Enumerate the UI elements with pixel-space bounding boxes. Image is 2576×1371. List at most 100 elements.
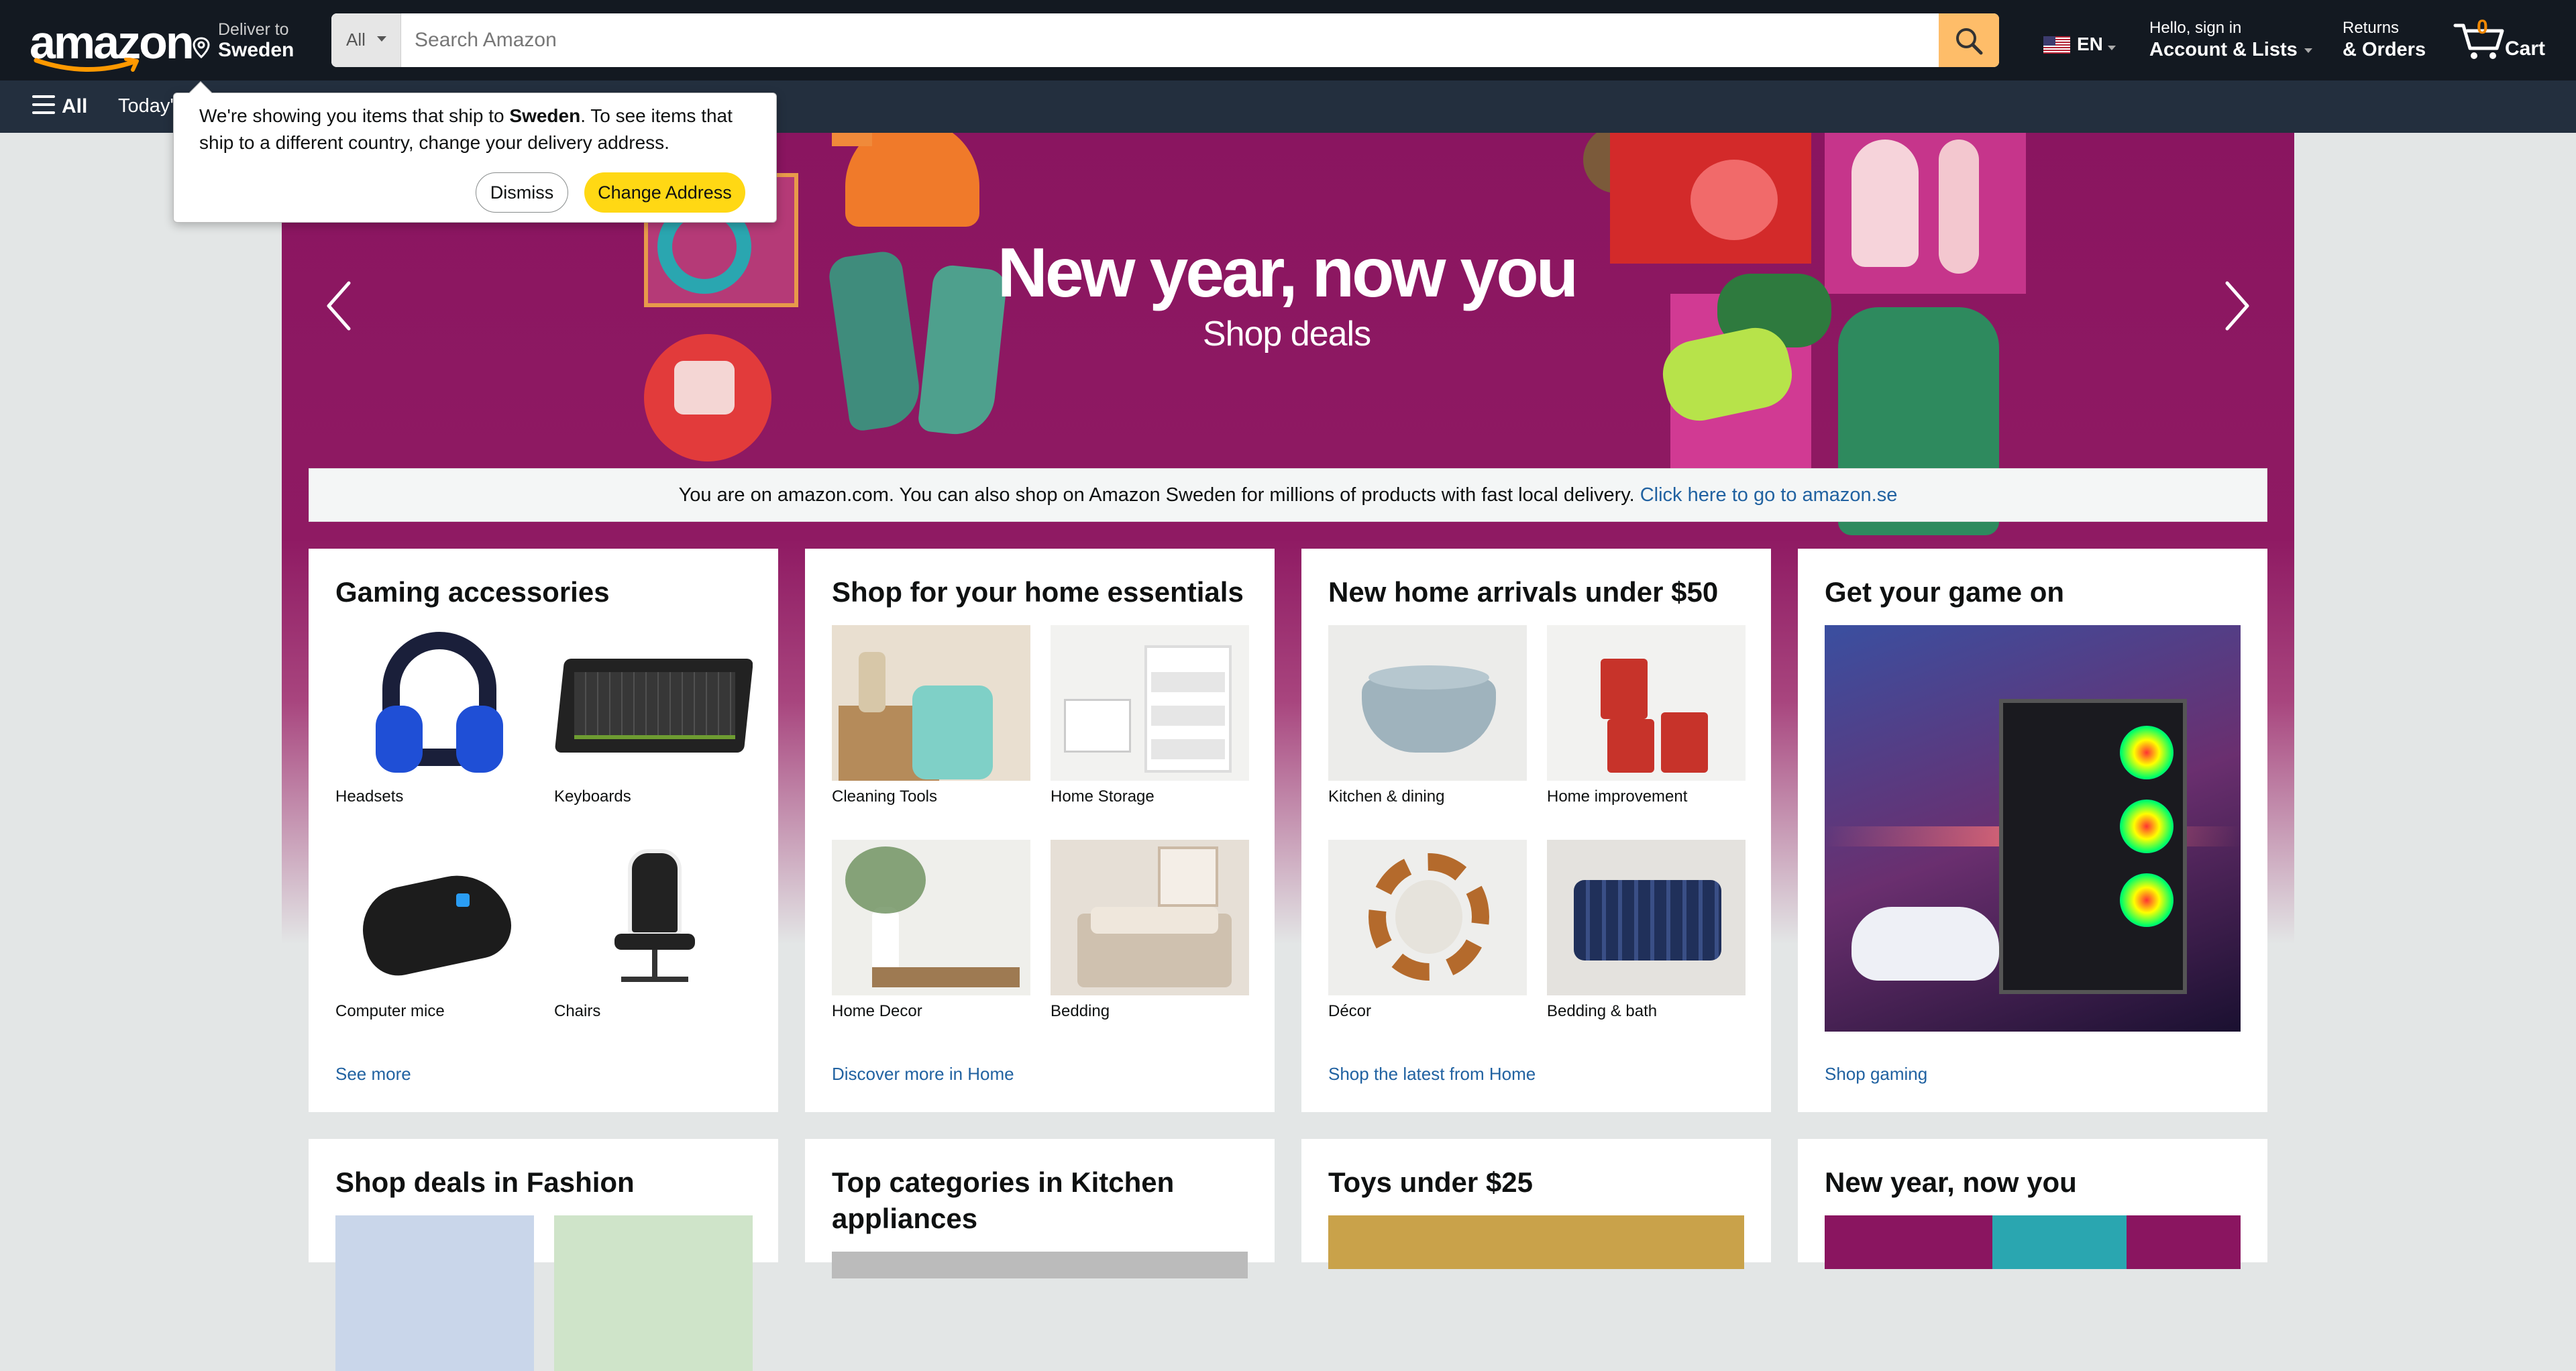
deliver-label: Deliver to bbox=[218, 20, 289, 39]
language-label: EN bbox=[2077, 34, 2103, 54]
hero-title: New year, now you bbox=[997, 234, 1579, 312]
chevron-right-icon bbox=[2225, 281, 2249, 331]
tile-fashion-1[interactable] bbox=[335, 1215, 534, 1371]
all-menu-label: All bbox=[62, 95, 88, 117]
cleaning-tools-image bbox=[832, 625, 1030, 781]
dismiss-button[interactable]: Dismiss bbox=[476, 172, 568, 213]
locale-notice-bar: You are on amazon.com. You can also shop… bbox=[309, 468, 2267, 522]
tile-home-decor[interactable]: Home Decor bbox=[832, 840, 1030, 1021]
search-button[interactable] bbox=[1939, 13, 1999, 67]
cart-count: 0 bbox=[2477, 16, 2488, 38]
search-bar: All bbox=[331, 13, 1999, 67]
tile-bedding-bath[interactable]: Bedding & bath bbox=[1547, 840, 1746, 1021]
ship-to-popover: We're showing you items that ship to Swe… bbox=[173, 81, 777, 223]
us-flag-icon bbox=[2043, 36, 2070, 54]
deliver-country: Sweden bbox=[218, 39, 294, 61]
fashion-jeans-image bbox=[335, 1215, 534, 1371]
tile-cleaning-tools[interactable]: Cleaning Tools bbox=[832, 625, 1030, 806]
orders-label: & Orders bbox=[2343, 39, 2426, 60]
fashion-shirt-image bbox=[554, 1215, 753, 1371]
carousel-prev-button[interactable] bbox=[318, 272, 358, 339]
card-kitchen-appliances: Top categories in Kitchen appliances bbox=[805, 1139, 1275, 1278]
tile-decor[interactable]: Décor bbox=[1328, 840, 1527, 1021]
tile-caption: Home Decor bbox=[832, 1002, 922, 1020]
tile-fashion-2[interactable] bbox=[554, 1215, 753, 1371]
tile-caption: Headsets bbox=[335, 787, 404, 806]
kitchen-appliances-image[interactable] bbox=[832, 1252, 1248, 1278]
cart-button[interactable]: 0 Cart bbox=[2453, 15, 2546, 66]
account-label: Account & Lists bbox=[2149, 39, 2298, 60]
toys-image[interactable] bbox=[1328, 1215, 1744, 1269]
kitchen-dining-image bbox=[1328, 625, 1527, 781]
account-greeting: Hello, sign in bbox=[2149, 19, 2242, 37]
smile-arrow-icon bbox=[34, 58, 139, 72]
tile-kitchen-dining[interactable]: Kitchen & dining bbox=[1328, 625, 1527, 806]
discover-more-home-link[interactable]: Discover more in Home bbox=[832, 1064, 1014, 1085]
shop-gaming-link[interactable]: Shop gaming bbox=[1825, 1064, 1927, 1085]
tile-home-improvement[interactable]: Home improvement bbox=[1547, 625, 1746, 806]
tile-home-storage[interactable]: Home Storage bbox=[1051, 625, 1249, 806]
card-title: New home arrivals under $50 bbox=[1328, 576, 1719, 608]
cart-label: Cart bbox=[2505, 38, 2546, 60]
tile-caption: Décor bbox=[1328, 1002, 1372, 1020]
caret-down-icon bbox=[377, 36, 386, 42]
card-new-year-now-you: New year, now you bbox=[1798, 1139, 2267, 1269]
tile-caption: Chairs bbox=[554, 1002, 601, 1020]
card-title: Gaming accessories bbox=[335, 576, 610, 608]
tile-chairs[interactable]: Chairs bbox=[554, 840, 753, 1021]
search-category-select[interactable]: All bbox=[331, 13, 401, 67]
tile-caption: Bedding bbox=[1051, 1002, 1110, 1020]
card-gaming-accessories: Gaming accessories Headsets Keyboards Co… bbox=[309, 549, 778, 1112]
tile-caption: Computer mice bbox=[335, 1002, 445, 1020]
new-year-image[interactable] bbox=[1825, 1215, 2241, 1269]
amazon-logo[interactable]: amazon bbox=[30, 19, 195, 72]
tile-bedding[interactable]: Bedding bbox=[1051, 840, 1249, 1021]
card-new-home-arrivals: New home arrivals under $50 Kitchen & di… bbox=[1301, 549, 1771, 1112]
card-home-essentials: Shop for your home essentials Cleaning T… bbox=[805, 549, 1275, 1112]
tile-caption: Cleaning Tools bbox=[832, 787, 937, 806]
tile-computer-mice[interactable]: Computer mice bbox=[335, 840, 534, 1021]
caret-down-icon bbox=[2108, 46, 2116, 50]
card-title: Top categories in Kitchen appliances bbox=[832, 1166, 1175, 1234]
caret-down-icon bbox=[2304, 48, 2312, 53]
hamburger-icon bbox=[32, 95, 55, 114]
headsets-image bbox=[335, 625, 534, 781]
tile-caption: Home improvement bbox=[1547, 787, 1688, 806]
card-title: Shop deals in Fashion bbox=[335, 1166, 635, 1198]
computer-mice-image bbox=[335, 840, 534, 995]
card-fashion-deals: Shop deals in Fashion bbox=[309, 1139, 778, 1371]
bedding-bath-image bbox=[1547, 840, 1746, 995]
tile-caption: Keyboards bbox=[554, 787, 631, 806]
card-get-your-game-on: Get your game on Shop gaming bbox=[1798, 549, 2267, 1112]
tile-caption: Kitchen & dining bbox=[1328, 787, 1445, 806]
tile-keyboards[interactable]: Keyboards bbox=[554, 625, 753, 806]
change-address-button[interactable]: Change Address bbox=[584, 172, 745, 213]
popover-message: We're showing you items that ship to Swe… bbox=[199, 105, 733, 153]
tile-caption: Bedding & bath bbox=[1547, 1002, 1658, 1020]
returns-label: Returns bbox=[2343, 19, 2400, 37]
card-title: Shop for your home essentials bbox=[832, 576, 1244, 608]
chairs-image bbox=[554, 840, 753, 995]
search-icon bbox=[1956, 28, 1983, 55]
locale-notice-text: You are on amazon.com. You can also shop… bbox=[678, 484, 1640, 506]
hero-subtitle: Shop deals bbox=[1202, 315, 1371, 353]
carousel-next-button[interactable] bbox=[2218, 272, 2258, 339]
account-lists[interactable]: Hello, sign in Account & Lists bbox=[2149, 19, 2312, 61]
bedding-image bbox=[1051, 840, 1249, 995]
chevron-left-icon bbox=[327, 281, 351, 331]
card-title: Toys under $25 bbox=[1328, 1166, 1533, 1198]
popover-country: Sweden bbox=[509, 105, 581, 126]
returns-orders[interactable]: Returns & Orders bbox=[2343, 19, 2426, 61]
home-improvement-image bbox=[1547, 625, 1746, 781]
see-more-link[interactable]: See more bbox=[335, 1064, 411, 1085]
keyboards-image bbox=[554, 625, 753, 781]
card-title: Get your game on bbox=[1825, 576, 2065, 608]
search-input[interactable] bbox=[401, 13, 1932, 67]
tile-headsets[interactable]: Headsets bbox=[335, 625, 534, 806]
location-pin-icon bbox=[193, 37, 210, 59]
gaming-pc-image[interactable] bbox=[1825, 625, 2241, 1032]
decor-image bbox=[1328, 840, 1527, 995]
shop-latest-home-link[interactable]: Shop the latest from Home bbox=[1328, 1064, 1536, 1085]
top-nav: amazon Deliver to Sweden All EN bbox=[0, 0, 2576, 80]
amazon-se-link[interactable]: Click here to go to amazon.se bbox=[1640, 484, 1898, 506]
